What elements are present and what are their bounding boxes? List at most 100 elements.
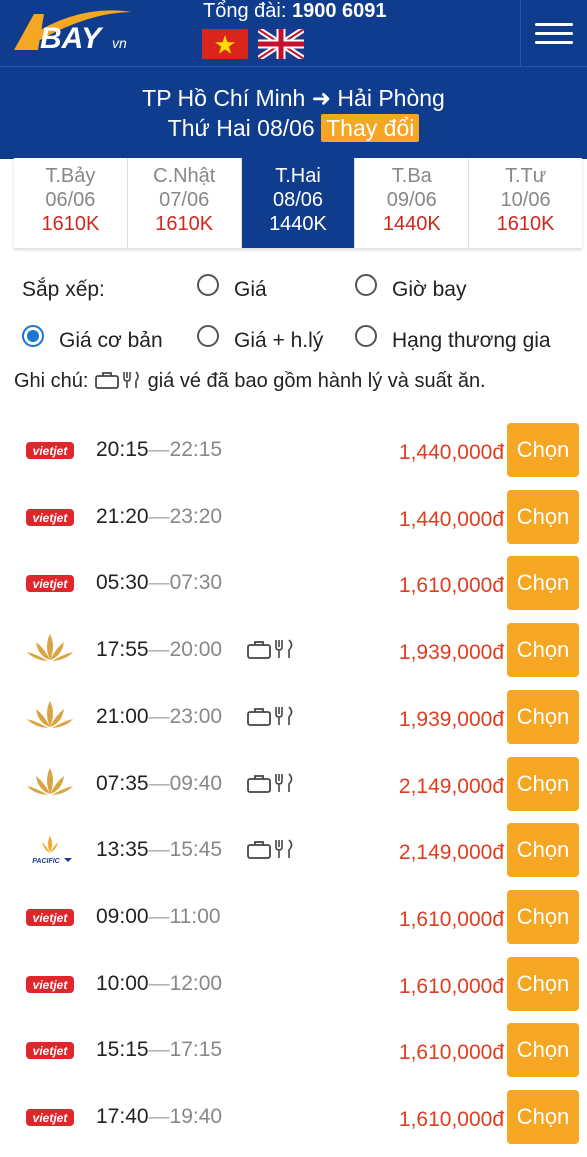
date-value: 10/06 (500, 189, 551, 211)
hotline-label: Tổng đài: (203, 0, 287, 22)
vietjet-logo-text: vietjet (33, 444, 69, 458)
date-day: C.Nhật (153, 165, 216, 187)
route-to: Hải Phòng (337, 85, 445, 111)
flight-price: 1,610,000đ (398, 974, 504, 998)
luggage-meal-icon (95, 371, 139, 389)
flight-times: 17:40—19:40 (96, 1105, 222, 1129)
departure-time: 09:00 (96, 904, 149, 928)
select-flight-button[interactable]: Chọn (507, 1090, 579, 1144)
note-text: giá vé đã bao gồm hành lý và suất ăn. (147, 370, 486, 392)
vietnam-airlines-lotus-icon (27, 700, 73, 728)
departure-time: 10:00 (96, 971, 149, 995)
date-day: T.Ba (391, 165, 432, 187)
flight-price: 2,149,000đ (398, 774, 504, 798)
flight-times: 17:55—20:00 (96, 638, 222, 662)
route-date: Thứ Hai 08/06 (167, 115, 315, 141)
vietjet-logo-text: vietjet (33, 577, 69, 591)
arrival-time: 23:20 (169, 504, 223, 528)
luggage-meal-icon (247, 839, 293, 860)
vietjet-logo-icon: vietjet (26, 1109, 74, 1126)
flight-times: 05:30—07:30 (96, 571, 222, 595)
pacific-logo-text: PACIFIC (32, 858, 60, 865)
select-flight-button[interactable]: Chọn (507, 623, 579, 678)
select-flight-button[interactable]: Chọn (507, 689, 579, 744)
flight-price: 1,440,000đ (398, 441, 504, 464)
time-separator: — (148, 838, 170, 862)
sort-radio-time[interactable] (355, 274, 377, 296)
select-flight-button[interactable]: Chọn (507, 1023, 579, 1078)
date-value: 09/06 (386, 189, 437, 211)
vietjet-logo-icon: vietjet (26, 575, 74, 593)
sort-label-business: Hạng thương gia (392, 329, 551, 352)
arrival-time: 23:00 (169, 704, 223, 728)
time-separator: — (148, 438, 170, 461)
date-value: 07/06 (159, 189, 210, 211)
sort-label: Sắp xếp: (22, 278, 105, 301)
sort-radio-price-luggage[interactable] (197, 325, 219, 347)
flight-price: 1,440,000đ (398, 507, 504, 531)
select-flight-button[interactable]: Chọn (507, 756, 579, 811)
flight-row: vietjet 15:15—17:15 1,610,000đ Chọn (0, 1023, 587, 1090)
menu-button[interactable] (520, 0, 587, 66)
flight-price: 1,610,000đ (398, 907, 504, 931)
flight-row: vietjet 09:00—11:00 1,610,000đ Chọn (0, 889, 587, 957)
flight-row: 21:00—23:00 1,939,000đ Chọn (0, 689, 587, 757)
abay-logo[interactable]: BAY vn (10, 6, 142, 56)
flight-times: 20:15—22:15 (96, 438, 222, 462)
date-option[interactable]: C.Nhật 07/06 1610K (127, 158, 242, 248)
hotline-number[interactable]: 1900 6091 (292, 0, 387, 22)
vietjet-logo-text: vietjet (33, 1044, 69, 1058)
date-value: 08/06 (272, 189, 324, 211)
sort-radio-base-price[interactable] (22, 325, 44, 347)
departure-time: 05:30 (96, 571, 149, 595)
hotline[interactable]: Tổng đài: 1900 6091 (203, 0, 387, 23)
date-option[interactable]: T.Ba 09/06 1440K (355, 158, 470, 248)
vietjet-logo-icon: vietjet (26, 975, 74, 993)
vietjet-logo-text: vietjet (33, 511, 69, 525)
arrival-time: 22:15 (169, 438, 223, 461)
price-note: Ghi chú: giá vé đã bao gồm hành lý và su… (14, 370, 486, 393)
date-day: T.Tư (505, 165, 547, 187)
vietjet-logo-icon: vietjet (26, 908, 74, 926)
route-summary: TP Hồ Chí Minh ➜ Hải Phòng Thứ Hai 08/06… (0, 66, 587, 159)
sort-label-price: Giá (234, 278, 267, 301)
sort-label-price-luggage: Giá + h.lý (234, 329, 324, 352)
route-line: TP Hồ Chí Minh ➜ Hải Phòng (0, 85, 587, 112)
flight-row: vietjet 17:40—19:40 1,610,000đ Chọn (0, 1090, 587, 1157)
flight-row: PACIFIC 13:35—15:45 2,149,000đ Chọn (0, 823, 587, 890)
arrival-time: 11:00 (169, 904, 221, 928)
departure-time: 17:40 (96, 1105, 149, 1128)
uk-flag-icon[interactable] (258, 29, 304, 59)
sort-radio-business[interactable] (355, 325, 377, 347)
flight-times: 21:00—23:00 (96, 705, 222, 729)
select-flight-button[interactable]: Chọn (507, 556, 579, 611)
luggage-meal-icon (247, 772, 293, 793)
date-min-price: 1440K (269, 213, 327, 235)
select-flight-button[interactable]: Chọn (507, 956, 579, 1011)
date-option[interactable]: T.Hai 08/06 1440K (241, 158, 356, 248)
time-separator: — (148, 771, 170, 795)
vietjet-logo-text: vietjet (33, 1111, 69, 1125)
change-button[interactable]: Thay đổi (321, 114, 420, 142)
time-separator: — (148, 1105, 170, 1128)
date-option[interactable]: T.Tư 10/06 1610K (469, 158, 582, 248)
vietnam-airlines-lotus-icon (27, 767, 73, 795)
arrival-time: 12:00 (169, 971, 223, 995)
date-option[interactable]: T.Bảy 06/06 1610K (14, 158, 128, 248)
time-separator: — (148, 638, 170, 662)
hamburger-icon (535, 22, 573, 26)
vietnam-flag-icon[interactable] (202, 29, 248, 59)
select-flight-button[interactable]: Chọn (507, 823, 579, 878)
departure-time: 21:20 (96, 504, 149, 528)
vietjet-logo-text: vietjet (33, 978, 69, 992)
select-flight-button[interactable]: Chọn (507, 489, 579, 544)
luggage-meal-icon (247, 706, 293, 726)
departure-time: 21:00 (96, 704, 149, 728)
sort-radio-price[interactable] (197, 274, 219, 296)
select-flight-button[interactable]: Chọn (507, 889, 579, 944)
select-flight-button[interactable]: Chọn (507, 423, 579, 477)
flight-row: vietjet 10:00—12:00 1,610,000đ Chọn (0, 956, 587, 1024)
vietjet-logo-text: vietjet (33, 911, 69, 925)
time-separator: — (148, 904, 170, 928)
luggage-meal-icon (247, 639, 293, 659)
